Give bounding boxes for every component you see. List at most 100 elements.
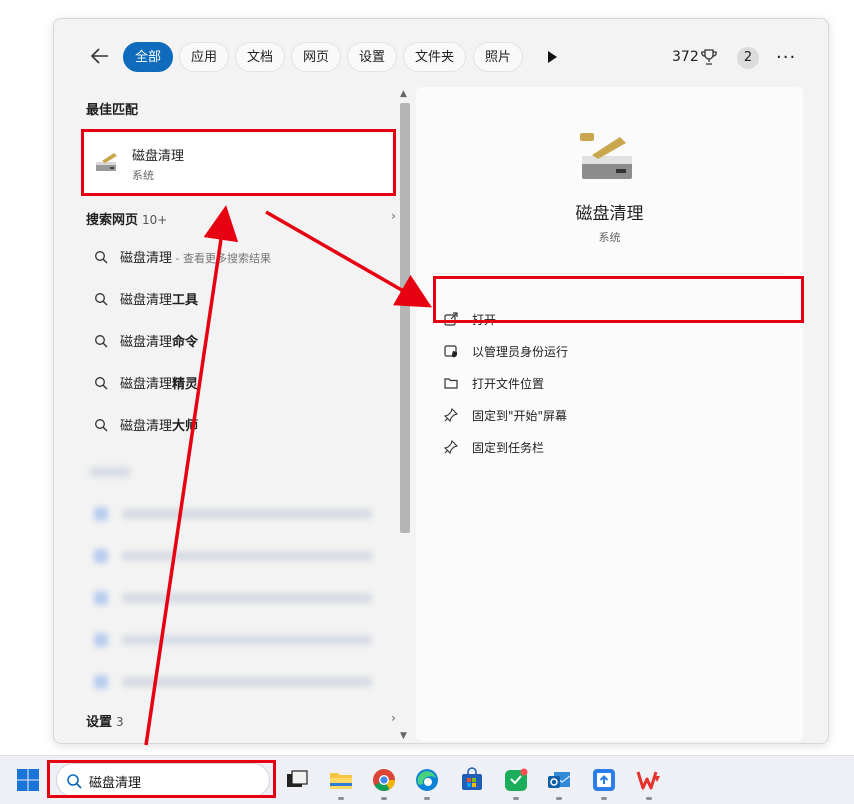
running-indicator	[556, 797, 562, 800]
action-open-file-location[interactable]: 打开文件位置	[444, 373, 784, 395]
suggestion-query: 磁盘清理	[120, 293, 173, 308]
suggestion-text: 磁盘清理大师	[120, 415, 198, 434]
best-match-type: 系统	[132, 169, 154, 182]
blurred-row	[122, 551, 372, 561]
upload-app-icon[interactable]	[591, 767, 617, 793]
chevron-right-icon: ›	[391, 711, 396, 725]
disk-cleanup-icon	[96, 153, 117, 171]
web-suggestion-3[interactable]: 磁盘清理精灵	[94, 373, 384, 393]
search-icon	[67, 774, 82, 789]
settings-count: 3	[116, 715, 124, 729]
suggestion-text: 磁盘清理工具	[120, 289, 198, 308]
windows-start-icon[interactable]	[16, 768, 40, 792]
settings-label: 设置	[86, 715, 113, 730]
chrome-icon[interactable]	[371, 767, 397, 793]
back-arrow-icon[interactable]	[90, 45, 110, 67]
action-label: 固定到"开始"屏幕	[472, 409, 568, 423]
web-suggestion-4[interactable]: 磁盘清理大师	[94, 415, 384, 435]
action-run-as-admin[interactable]: 以管理员身份运行	[444, 341, 784, 363]
blurred-row	[122, 677, 372, 687]
pin-icon	[444, 408, 458, 422]
shield-icon	[444, 345, 457, 358]
blurred-row	[122, 509, 372, 519]
task-view-icon[interactable]	[284, 767, 310, 793]
trophy-icon[interactable]	[700, 48, 718, 66]
tab-apps[interactable]: 应用	[179, 42, 230, 72]
running-indicator	[381, 797, 387, 800]
blurred-icon	[94, 507, 108, 521]
results-list: 最佳匹配 磁盘清理 系统 搜索网页 10+ › 磁盘清理 - 查看更多搜索结果 磁…	[74, 89, 396, 741]
running-indicator	[646, 797, 652, 800]
chevron-right-icon: ›	[391, 209, 396, 223]
blurred-row	[122, 635, 372, 645]
tab-settings[interactable]: 设置	[347, 42, 398, 72]
blurred-heading	[90, 467, 130, 477]
preview-app-name: 磁盘清理	[575, 204, 644, 224]
best-match-item[interactable]: 磁盘清理 系统	[82, 133, 392, 195]
wps-icon[interactable]	[636, 767, 662, 793]
preview-pane: 磁盘清理 系统 打开 以管理员身份运行 打开文件位置 固定到"开始"屏幕 固定到…	[416, 87, 803, 741]
suggestion-query: 磁盘清理	[120, 335, 173, 350]
edge-icon[interactable]	[414, 767, 440, 793]
running-indicator	[601, 797, 607, 800]
divider	[436, 273, 783, 274]
best-match-name: 磁盘清理	[132, 149, 185, 164]
outlook-icon[interactable]	[546, 767, 572, 793]
taskbar-search[interactable]	[56, 763, 270, 797]
blurred-results	[74, 461, 396, 711]
tab-photos[interactable]: 照片	[473, 42, 524, 72]
web-search-count: 10+	[142, 213, 168, 227]
settings-heading[interactable]: 设置 3 ›	[86, 711, 396, 730]
tab-documents[interactable]: 文档	[235, 42, 286, 72]
action-label: 固定到任务栏	[472, 441, 545, 455]
folder-icon	[444, 378, 458, 389]
action-pin-to-start[interactable]: 固定到"开始"屏幕	[444, 405, 784, 427]
suggestion-query: 磁盘清理	[120, 419, 173, 434]
taskbar-search-input[interactable]	[87, 771, 261, 791]
suggestion-completion: 工具	[172, 293, 199, 308]
taskbar	[0, 755, 854, 804]
web-search-heading[interactable]: 搜索网页 10+ ›	[86, 209, 396, 228]
store-icon[interactable]	[459, 767, 485, 793]
more-options-icon[interactable]: ···	[776, 47, 796, 68]
suggestion-text: 磁盘清理 - 查看更多搜索结果	[120, 247, 271, 266]
best-match-heading: 最佳匹配	[86, 103, 139, 118]
scrollbar-thumb[interactable]	[400, 103, 410, 533]
blurred-icon	[94, 591, 108, 605]
tab-web[interactable]: 网页	[291, 42, 342, 72]
wechat-work-icon[interactable]	[503, 767, 529, 793]
account-badge[interactable]: 2	[737, 47, 759, 69]
suggestion-text: 磁盘清理精灵	[120, 373, 198, 392]
suggestion-completion: 大师	[172, 419, 199, 434]
more-tabs-play-icon[interactable]	[546, 50, 558, 64]
suggestion-query: 磁盘清理	[120, 251, 173, 266]
blurred-icon	[94, 675, 108, 689]
file-explorer-icon[interactable]	[328, 767, 354, 793]
scroll-up-icon[interactable]: ▲	[400, 89, 407, 99]
suggestion-text: 磁盘清理命令	[120, 331, 198, 350]
web-suggestion-1[interactable]: 磁盘清理工具	[94, 289, 384, 309]
web-suggestion-2[interactable]: 磁盘清理命令	[94, 331, 384, 351]
suggestion-completion: 精灵	[172, 377, 199, 392]
blurred-icon	[94, 633, 108, 647]
blurred-icon	[94, 549, 108, 563]
running-indicator	[424, 797, 430, 800]
search-icon	[95, 335, 108, 348]
tab-all[interactable]: 全部	[123, 42, 174, 72]
blurred-row	[122, 593, 372, 603]
action-label: 打开文件位置	[472, 377, 545, 391]
filter-bar: 全部 应用 文档 网页 设置 文件夹 照片 372 2 ···	[54, 19, 828, 95]
rewards-points: 372	[672, 49, 699, 65]
action-pin-to-taskbar[interactable]: 固定到任务栏	[444, 437, 784, 459]
action-open[interactable]: 打开	[444, 309, 784, 331]
running-indicator	[513, 797, 519, 800]
scroll-down-icon[interactable]: ▼	[400, 731, 407, 741]
search-icon	[95, 419, 108, 432]
preview-app-type: 系统	[598, 231, 621, 244]
action-label: 以管理员身份运行	[472, 345, 569, 359]
results-scrollbar[interactable]: ▲ ▼	[398, 89, 412, 741]
pin-icon	[444, 440, 458, 454]
tab-folders[interactable]: 文件夹	[403, 42, 467, 72]
web-suggestion-0[interactable]: 磁盘清理 - 查看更多搜索结果	[94, 247, 384, 267]
action-label: 打开	[472, 313, 497, 327]
